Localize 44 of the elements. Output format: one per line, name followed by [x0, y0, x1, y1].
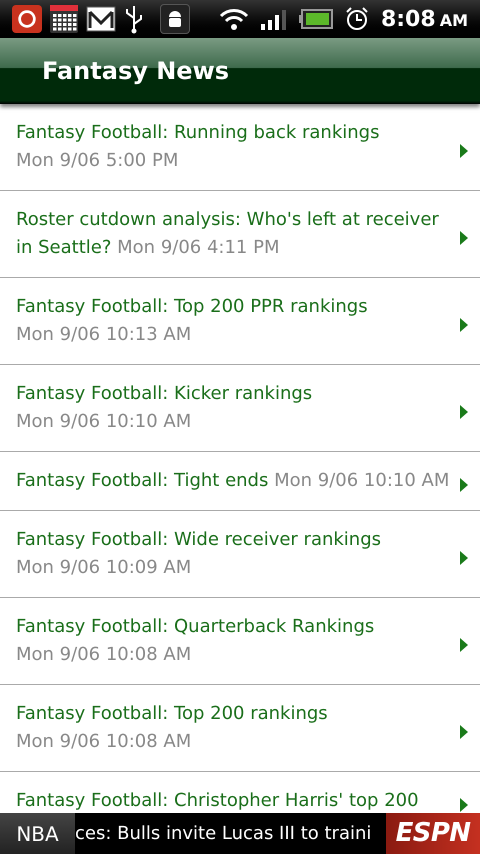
signal-icon: [260, 8, 287, 30]
article-item[interactable]: Fantasy Football: Tight ends Mon 9/06 10:10 AM: [0, 452, 480, 511]
article-time: Mon 9/06 10:08 AM: [16, 730, 192, 754]
article-item[interactable]: Fantasy Football: Quarterback Rankings Mon 9/06 10:08 AM: [0, 598, 480, 685]
article-title: Fantasy Football: Top 200 rankings: [16, 702, 329, 726]
clock: 8:08 AM: [380, 6, 468, 34]
article-time: Mon 9/06 5:00 PM: [16, 149, 180, 173]
league-label: NBA: [16, 820, 59, 848]
screen-title: Fantasy News: [42, 56, 230, 87]
article-item[interactable]: Fantasy Football: Top 200 PPR rankings Mon 9/06 10:13 AM: [0, 278, 480, 365]
chevron-icon: [460, 638, 468, 652]
mail-icon: [86, 6, 116, 32]
chevron-icon: [460, 405, 468, 419]
article-item[interactable]: Fantasy Football: Running back rankings Mon 9/06 5:00 PM: [0, 104, 480, 191]
article-item[interactable]: Fantasy Football: Top 200 rankings Mon 9/06 10:08 AM: [0, 685, 480, 772]
article-title: Fantasy Football: Top 200 PPR rankings: [16, 295, 369, 319]
article-title: Fantasy Football: Kicker rankings: [16, 382, 314, 406]
article-title: Fantasy Football: Tight ends Mon 9/06 10:10 AM: [16, 469, 450, 493]
ticker-headline: ces: Bulls invite Lucas III to traini: [75, 822, 372, 846]
calendar-icon: [50, 5, 78, 33]
usb-icon: [124, 4, 144, 34]
chevron-icon: [460, 798, 468, 812]
article-title: Fantasy Football: Christopher Harris' top 200: [16, 789, 420, 813]
chevron-icon: [460, 231, 468, 245]
article-item[interactable]: Roster cutdown analysis: Who's left at receiver in Seattle? Mon 9/06 4:11 PM: [0, 191, 480, 278]
article-title: Fantasy Football: Quarterback Rankings: [16, 615, 376, 639]
alarm-icon: [344, 6, 369, 32]
chevron-icon: [460, 725, 468, 739]
article-time: Mon 9/06 10:08 AM: [16, 643, 192, 667]
article-item[interactable]: Fantasy Football: Kicker rankings Mon 9/06 10:10 AM: [0, 365, 480, 452]
chevron-icon: [460, 551, 468, 565]
chevron-icon: [460, 318, 468, 332]
article-item[interactable]: Fantasy Football: Wide receiver rankings Mon 9/06 10:09 AM: [0, 511, 480, 598]
article-title: Fantasy Football: Running back rankings: [16, 121, 380, 145]
article-title: Fantasy Football: Wide receiver rankings: [16, 528, 382, 552]
wifi-icon: [218, 7, 249, 31]
battery-icon: [298, 9, 333, 29]
chevron-icon: [460, 144, 468, 158]
article-title: Roster cutdown analysis: Who's left at receiver in Seattle? Mon 9/06 4:11 PM: [16, 208, 440, 260]
article-time: Mon 9/06 10:10 AM: [16, 410, 192, 434]
chevron-icon: [460, 478, 468, 492]
article-time: Mon 9/06 10:09 AM: [16, 556, 192, 580]
espn-logo: ESPN: [396, 817, 470, 850]
article-time: Mon 9/06 10:13 AM: [16, 323, 192, 347]
